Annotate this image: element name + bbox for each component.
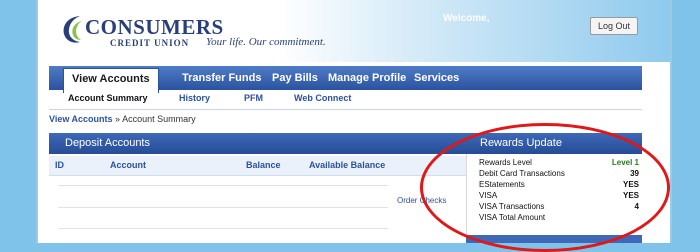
tab-manage-profile[interactable]: Manage Profile	[328, 66, 406, 90]
logout-button[interactable]: Log Out	[590, 17, 638, 35]
column-available-balance[interactable]: Available Balance	[309, 160, 385, 170]
sub-nav: Account Summary History PFM Web Connect	[49, 90, 642, 110]
tab-services[interactable]: Services	[414, 66, 459, 90]
column-id[interactable]: ID	[55, 160, 64, 170]
deposit-accounts-header: Deposit Accounts	[49, 133, 468, 154]
tagline: Your life. Our commitment.	[206, 36, 326, 48]
cu-swoosh-logo-icon	[63, 16, 82, 43]
subnav-web-connect[interactable]: Web Connect	[294, 93, 351, 103]
main-nav: View Accounts Transfer Funds Pay Bills M…	[49, 66, 642, 93]
logo-name: CONSUMERS	[85, 15, 224, 39]
breadcrumb-link[interactable]: View Accounts	[49, 114, 113, 124]
breadcrumb-current: Account Summary	[122, 114, 196, 124]
row-divider	[58, 207, 388, 208]
tab-pay-bills[interactable]: Pay Bills	[272, 66, 318, 90]
tab-transfer-funds[interactable]: Transfer Funds	[182, 66, 261, 90]
breadcrumb-separator: »	[115, 114, 121, 124]
deposit-accounts-title: Deposit Accounts	[65, 137, 150, 149]
highlight-circle	[420, 123, 670, 252]
subnav-pfm[interactable]: PFM	[244, 93, 263, 103]
subnav-account-summary[interactable]: Account Summary	[68, 93, 148, 103]
subnav-history[interactable]: History	[179, 93, 210, 103]
deposit-table-header: ID Account Balance Available Balance	[49, 156, 468, 176]
row-divider	[58, 185, 388, 186]
site-header: CONSUMERS CREDIT UNION Your life. Our co…	[38, 0, 670, 62]
breadcrumb: View Accounts » Account Summary	[49, 114, 196, 124]
logo-subtitle: CREDIT UNION	[110, 38, 190, 48]
column-account[interactable]: Account	[110, 160, 146, 170]
row-divider	[58, 228, 388, 229]
welcome-text: Welcome,	[443, 13, 490, 24]
column-balance[interactable]: Balance	[246, 160, 281, 170]
